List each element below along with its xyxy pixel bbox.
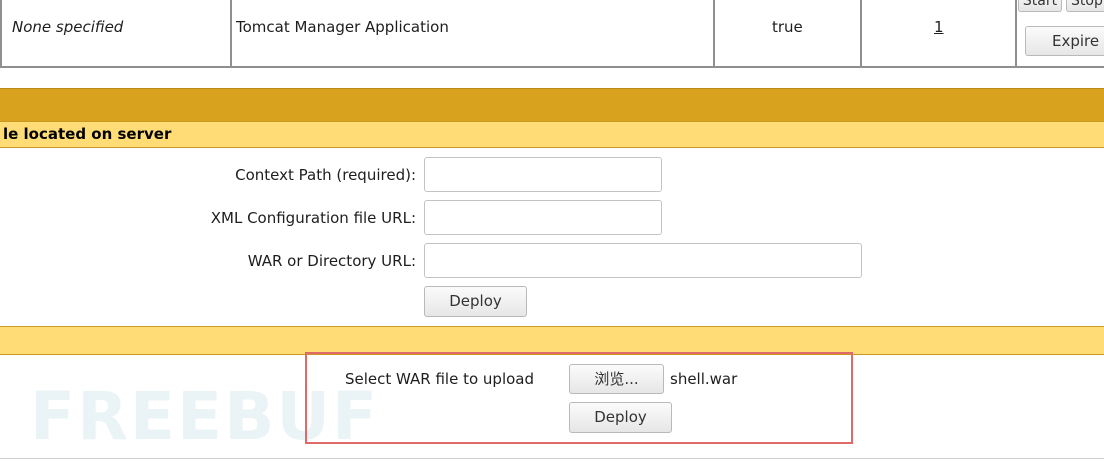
section-title: le located on server	[3, 125, 172, 143]
cell-divider	[0, 0, 2, 66]
annotation-highlight-box	[305, 352, 853, 444]
war-dir-input[interactable]	[424, 243, 862, 278]
sessions-link[interactable]: 1	[934, 17, 944, 37]
xml-config-input[interactable]	[424, 200, 662, 235]
display-name-cell: None specified	[12, 18, 124, 36]
application-row: None specified Tomcat Manager Applicatio…	[0, 0, 1104, 68]
section-header-band	[0, 88, 1104, 122]
cell-divider	[860, 0, 862, 66]
cell-divider	[230, 0, 232, 66]
cell-divider	[713, 0, 715, 66]
running-cell: true	[772, 18, 803, 36]
expire-sessions-button[interactable]: Expire s	[1025, 26, 1104, 56]
deploy-server-section-header: le located on server	[0, 121, 1104, 148]
upload-section-header	[0, 326, 1104, 355]
war-dir-label: WAR or Directory URL:	[247, 252, 416, 270]
cell-divider	[1015, 0, 1017, 66]
context-path-input[interactable]	[424, 157, 662, 192]
bottom-divider	[0, 458, 1104, 459]
deploy-server-button[interactable]: Deploy	[424, 286, 527, 317]
context-path-label: Context Path (required):	[235, 166, 416, 184]
start-button[interactable]: Start	[1018, 0, 1062, 12]
xml-config-label: XML Configuration file URL:	[210, 209, 416, 227]
stop-button[interactable]: Stop	[1066, 0, 1104, 12]
description-cell: Tomcat Manager Application	[236, 18, 449, 36]
